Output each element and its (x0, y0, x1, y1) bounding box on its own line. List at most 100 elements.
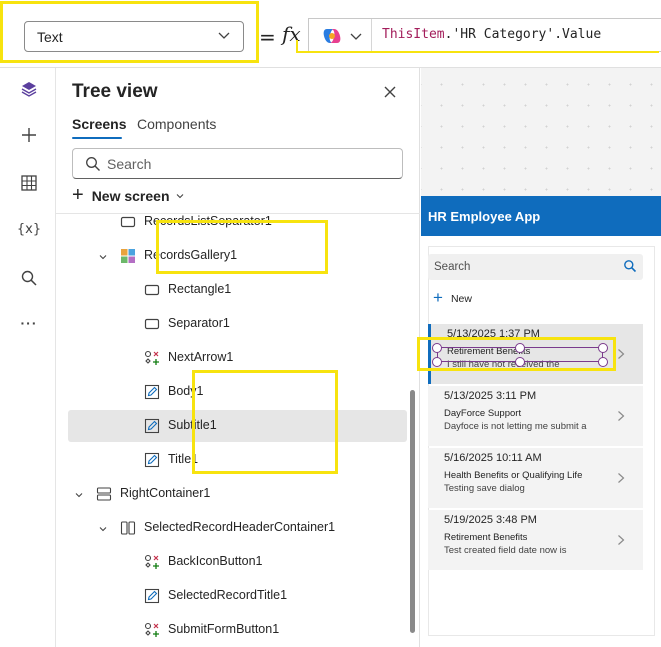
property-dropdown-value: Text (37, 28, 63, 45)
chevron-down-icon[interactable] (74, 489, 84, 499)
tree-item-rectangle1[interactable]: Rectangle1 (68, 274, 407, 306)
chevron-down-icon (218, 32, 230, 39)
tree-item-label: Title1 (168, 452, 199, 466)
gallery-item[interactable]: 5/13/2025 3:11 PM DayForce Support Dayfoce… (428, 386, 643, 446)
search-icon[interactable] (18, 267, 40, 289)
edit-icon (144, 384, 160, 400)
tree-item-label: RightContainer1 (120, 486, 211, 500)
close-icon[interactable] (382, 84, 398, 100)
tree-item-label: RecordsListSeparator1 (144, 214, 272, 228)
item-title: 5/13/2025 3:11 PM (444, 390, 537, 402)
tree-item-label: Rectangle1 (168, 282, 232, 296)
layers-icon[interactable] (18, 78, 40, 100)
gallery-item[interactable]: 5/16/2025 10:11 AM Health Benefits or Qua… (428, 448, 643, 508)
gallery-item[interactable]: 5/19/2025 3:48 PM Retirement Benefits Test… (428, 510, 643, 570)
tree-item-selectedrecordheadercontainer1[interactable]: SelectedRecordHeaderContainer1 (68, 512, 407, 544)
app-new-button[interactable]: + New (433, 288, 472, 308)
icon-control-icon (144, 554, 160, 570)
edit-icon (144, 588, 160, 604)
tree-item-recordslistseparator1[interactable]: RecordsListSeparator1 (68, 214, 407, 238)
item-subtitle: DayForce Support (444, 408, 522, 419)
tree-item-label: RecordsGallery1 (144, 248, 238, 262)
formula-keyword: ThisItem (382, 27, 445, 42)
tree-item-label: NextArrow1 (168, 350, 234, 364)
item-title: 5/13/2025 1:37 PM (447, 328, 540, 340)
tree-scrollbar[interactable] (410, 390, 415, 633)
tree-item-rightcontainer1[interactable]: RightContainer1 (68, 478, 407, 510)
tree-item-separator1[interactable]: Separator1 (68, 308, 407, 340)
tree-item-label: Body1 (168, 384, 204, 398)
active-tab-indicator (72, 137, 122, 139)
app-search-placeholder: Search (434, 261, 471, 273)
tree-item-backiconbutton1[interactable]: BackIconButton1 (68, 546, 407, 578)
formula-bar: Text = fx ThisItem.'HR Category'.Value (0, 0, 661, 68)
tree-item-label: Subtitle1 (168, 418, 217, 432)
tree-list: RecordsListSeparator1 RecordsGallery1 Rect… (56, 214, 408, 647)
resize-handle[interactable] (598, 357, 608, 367)
item-title: 5/19/2025 3:48 PM (444, 514, 537, 526)
resize-handle[interactable] (515, 357, 525, 367)
tree-item-selectedrecordtitle1[interactable]: SelectedRecordTitle1 (68, 580, 407, 612)
plus-icon: + (433, 288, 443, 307)
tree-item-submitformbutton1[interactable]: SubmitFormButton1 (68, 614, 407, 646)
resize-handle[interactable] (515, 343, 525, 353)
table-icon[interactable] (18, 172, 40, 194)
edit-icon (144, 418, 160, 434)
property-dropdown[interactable]: Text (24, 21, 244, 52)
tab-screens[interactable]: Screens (72, 116, 126, 132)
app-search-box[interactable]: Search (428, 254, 643, 280)
new-screen-label: New screen (91, 188, 170, 204)
variables-icon[interactable]: {x} (17, 218, 41, 240)
copilot-icon (323, 29, 341, 43)
left-rail: {x} ··· (0, 68, 56, 647)
chevron-right-icon[interactable] (617, 410, 625, 422)
plus-icon[interactable] (18, 124, 40, 146)
gallery-icon (120, 248, 136, 264)
rectangle-icon (144, 282, 160, 298)
new-screen-button[interactable]: + New screen (72, 183, 185, 206)
formula-input[interactable]: ThisItem.'HR Category'.Value (308, 18, 661, 52)
item-body: Dayfoce is not letting me submit a (444, 421, 587, 432)
search-icon (86, 157, 100, 171)
tree-item-label: Separator1 (168, 316, 230, 330)
chevron-down-icon[interactable] (98, 523, 108, 533)
chevron-right-icon[interactable] (617, 534, 625, 546)
tab-components[interactable]: Components (137, 116, 216, 132)
tree-search-box[interactable] (72, 148, 403, 179)
chevron-right-icon[interactable] (617, 348, 625, 360)
copilot-button[interactable] (321, 25, 369, 47)
formula-divider (371, 19, 372, 51)
powerapps-studio: Text = fx ThisItem.'HR Category'.Value {… (0, 0, 661, 647)
plus-icon: + (72, 183, 84, 206)
formula-rest: .'HR Category'.Value (444, 27, 602, 42)
tree-view-panel: Tree view Screens Components + New scree… (56, 68, 420, 647)
resize-handle[interactable] (598, 343, 608, 353)
tree-item-label: SubmitFormButton1 (168, 622, 280, 636)
resize-handle[interactable] (432, 343, 442, 353)
tree-item-body1[interactable]: Body1 (68, 376, 407, 408)
tree-item-recordsgallery1[interactable]: RecordsGallery1 (68, 240, 407, 272)
tree-item-subtitle1[interactable]: Subtitle1 (68, 410, 407, 442)
item-body: Test created field date now is (444, 545, 567, 556)
resize-handle[interactable] (432, 357, 442, 367)
icon-control-icon (144, 622, 160, 638)
tree-view-title: Tree view (72, 81, 158, 102)
tree-item-label: SelectedRecordTitle1 (168, 588, 288, 602)
rectangle-icon (120, 214, 136, 230)
chevron-right-icon[interactable] (617, 472, 625, 484)
icon-control-icon (144, 350, 160, 366)
formula-text[interactable]: ThisItem.'HR Category'.Value (382, 27, 601, 42)
tree-item-nextarrow1[interactable]: NextArrow1 (68, 342, 407, 374)
item-subtitle: Health Benefits or Qualifying Life (444, 470, 583, 481)
fx-icon: fx (282, 22, 301, 46)
chevron-down-icon (350, 33, 362, 40)
tree-search-input[interactable] (107, 154, 387, 174)
tree-item-title1[interactable]: Title1 (68, 444, 407, 476)
app-header[interactable]: HR Employee App (421, 196, 661, 236)
more-icon[interactable]: ··· (18, 312, 40, 334)
chevron-down-icon[interactable] (98, 251, 108, 261)
app-new-label: New (450, 293, 472, 305)
chevron-down-icon (176, 194, 183, 199)
item-subtitle: Retirement Benefits (444, 532, 528, 543)
vertical-container-icon (96, 486, 112, 502)
